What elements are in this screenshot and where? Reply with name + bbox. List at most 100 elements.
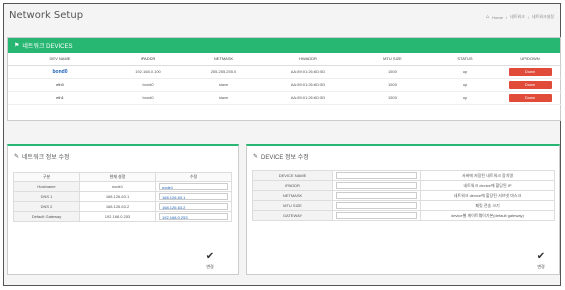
breadcrumb-network-setup: 네트워크설정 <box>531 14 554 19</box>
column-header: 현재 설정 <box>79 172 156 182</box>
device-status: up <box>432 78 498 92</box>
device-hwaddr: AA:89:01:26:6D:5D <box>263 91 353 105</box>
device-netmask: slave <box>184 78 263 92</box>
table-header-row: 구분 현재 설정 수정 <box>13 172 232 182</box>
table-row[interactable]: eth0 bond0 slave AA:89:01:26:6D:5D 1500 … <box>8 78 562 92</box>
column-header: 구분 <box>13 172 80 182</box>
device-updown-cell: Down <box>498 78 562 92</box>
row-description: 네트워크 device에 할당된 서브넷 마스크 <box>420 190 555 201</box>
device-edit-title: ✎ DEVICE 정보 수정 <box>253 152 309 161</box>
column-header: IPADDR <box>112 53 184 66</box>
current-value: 168.126.63.1 <box>79 191 156 202</box>
home-icon[interactable]: ⌂ <box>486 14 489 20</box>
device-edit-panel: ✎ DEVICE 정보 수정 DEVICE NAME 서버에 저장된 네트워크 … <box>246 144 560 275</box>
table-row: Hostname node1 node1 <box>13 181 232 192</box>
current-value: 192.168.0.253 <box>79 211 156 222</box>
column-header: HWADDR <box>263 53 353 66</box>
device-ipaddr: bond0 <box>112 78 184 92</box>
table-row: DNS 2 168.126.63.2 168.126.63.2 <box>13 201 232 212</box>
devices-panel-title: 네트워크 DEVICES <box>22 44 73 50</box>
network-edit-title: ✎ 네트워크 정보 수정 <box>14 152 70 161</box>
app-frame: Network Setup ⌂ Home / 네트워크 / 네트워크설정 ⚑ 네… <box>3 3 562 286</box>
dns2-input[interactable]: 168.126.63.2 <box>159 203 228 210</box>
row-label: DEVICE NAME <box>252 170 333 181</box>
row-label: DNS 2 <box>13 201 80 212</box>
device-netmask: 255.255.255.0 <box>184 65 263 79</box>
row-description: 패킷 전송 크기 <box>420 200 555 211</box>
device-edit-title-text: DEVICE 정보 수정 <box>261 155 309 161</box>
row-label: IPADDR <box>252 180 333 191</box>
device-netmask: slave <box>184 91 263 105</box>
mtu-size-input[interactable] <box>336 202 417 209</box>
column-header: STATUS <box>432 53 498 66</box>
row-description: device별 게이트웨이기본(default gateway) <box>420 210 555 221</box>
devices-table: DEV NAME IPADDR NETMASK HWADDR MTU SIZE … <box>8 53 562 105</box>
network-save-button[interactable]: ✔ 변경 <box>200 246 220 270</box>
save-label: 변경 <box>206 264 214 269</box>
table-row: DNS 1 168.126.63.1 168.126.63.1 <box>13 191 232 202</box>
device-name[interactable]: eth1 <box>8 91 112 105</box>
device-save-button[interactable]: ✔ 변경 <box>531 246 551 270</box>
row-label: GATEWAY <box>252 210 333 221</box>
gateway-input[interactable] <box>336 212 417 219</box>
breadcrumb-separator: / <box>527 14 529 20</box>
row-label: Default Gateway <box>13 211 80 222</box>
device-edit-table: DEVICE NAME 서버에 저장된 네트워크 장치명 IPADDR 네트워크… <box>252 170 555 221</box>
network-edit-title-text: 네트워크 정보 수정 <box>22 155 70 161</box>
edit-icon: ✎ <box>14 154 20 160</box>
gateway-input[interactable]: 192.168.0.253 <box>159 213 228 220</box>
table-row[interactable]: bond0 192.168.0.100 255.255.255.0 AA:89:… <box>8 65 562 79</box>
breadcrumb-network[interactable]: 네트워크 <box>510 14 525 20</box>
table-row: IPADDR 네트워크 device에 할당된 IP <box>252 180 555 191</box>
table-row: MTU SIZE 패킷 전송 크기 <box>252 200 555 211</box>
table-row: NETMASK 네트워크 device에 할당된 서브넷 마스크 <box>252 190 555 201</box>
devices-panel-header: ⚑ 네트워크 DEVICES <box>8 38 560 53</box>
devices-panel: ⚑ 네트워크 DEVICES DEV NAME IPADDR NETMASK H… <box>7 37 562 121</box>
device-name[interactable]: eth0 <box>8 78 112 92</box>
device-name-input[interactable] <box>336 172 417 179</box>
device-name[interactable]: bond0 <box>8 65 112 79</box>
device-status: up <box>432 65 498 79</box>
device-status: up <box>432 91 498 105</box>
page-title: Network Setup <box>9 10 84 21</box>
row-label: Hostname <box>13 181 80 192</box>
column-header: MTU SIZE <box>353 53 432 66</box>
edit-icon: ✎ <box>253 154 259 160</box>
ipaddr-input[interactable] <box>336 182 417 189</box>
device-hwaddr: AA:89:01:26:6D:5D <box>263 65 353 79</box>
save-label: 변경 <box>537 264 545 269</box>
header: Network Setup ⌂ Home / 네트워크 / 네트워크설정 <box>4 4 560 30</box>
check-icon: ✔ <box>205 251 215 262</box>
row-label: DNS 1 <box>13 191 80 202</box>
table-row: DEVICE NAME 서버에 저장된 네트워크 장치명 <box>252 170 555 181</box>
row-description: 네트워크 device에 할당된 IP <box>420 180 555 191</box>
netmask-input[interactable] <box>336 192 417 199</box>
bookmark-icon: ⚑ <box>14 43 20 49</box>
breadcrumb-separator: / <box>505 14 508 20</box>
device-ipaddr: 192.168.0.100 <box>112 65 184 79</box>
device-ipaddr: bond0 <box>112 91 184 105</box>
device-updown-cell: Down <box>498 65 562 79</box>
network-edit-panel: ✎ 네트워크 정보 수정 구분 현재 설정 수정 Hostname node1 … <box>7 144 239 275</box>
device-hwaddr: AA:89:01:26:6D:5D <box>263 78 353 92</box>
device-updown-cell: Down <box>498 91 562 105</box>
current-value: 168.126.63.2 <box>79 201 156 212</box>
current-value: node1 <box>79 181 156 192</box>
network-edit-table: 구분 현재 설정 수정 Hostname node1 node1 DNS 1 1… <box>13 172 232 222</box>
breadcrumb-home[interactable]: Home <box>492 15 503 20</box>
row-label: MTU SIZE <box>252 200 333 211</box>
table-row[interactable]: eth1 bond0 slave AA:89:01:26:6D:5D 1500 … <box>8 91 562 105</box>
device-mtu: 1500 <box>353 78 432 92</box>
table-row: GATEWAY device별 게이트웨이기본(default gateway) <box>252 210 555 221</box>
down-button[interactable]: Down <box>508 93 552 102</box>
hostname-input[interactable]: node1 <box>159 183 228 190</box>
down-button[interactable]: Down <box>508 67 552 76</box>
row-description: 서버에 저장된 네트워크 장치명 <box>420 170 555 181</box>
column-header: DEV NAME <box>8 53 112 66</box>
dns1-input[interactable]: 168.126.63.1 <box>159 193 228 200</box>
column-header: UP/DOWN <box>498 53 562 66</box>
breadcrumb: ⌂ Home / 네트워크 / 네트워크설정 <box>486 14 554 20</box>
table-row: Default Gateway 192.168.0.253 192.168.0.… <box>13 211 232 222</box>
column-header: NETMASK <box>184 53 263 66</box>
down-button[interactable]: Down <box>508 80 552 89</box>
